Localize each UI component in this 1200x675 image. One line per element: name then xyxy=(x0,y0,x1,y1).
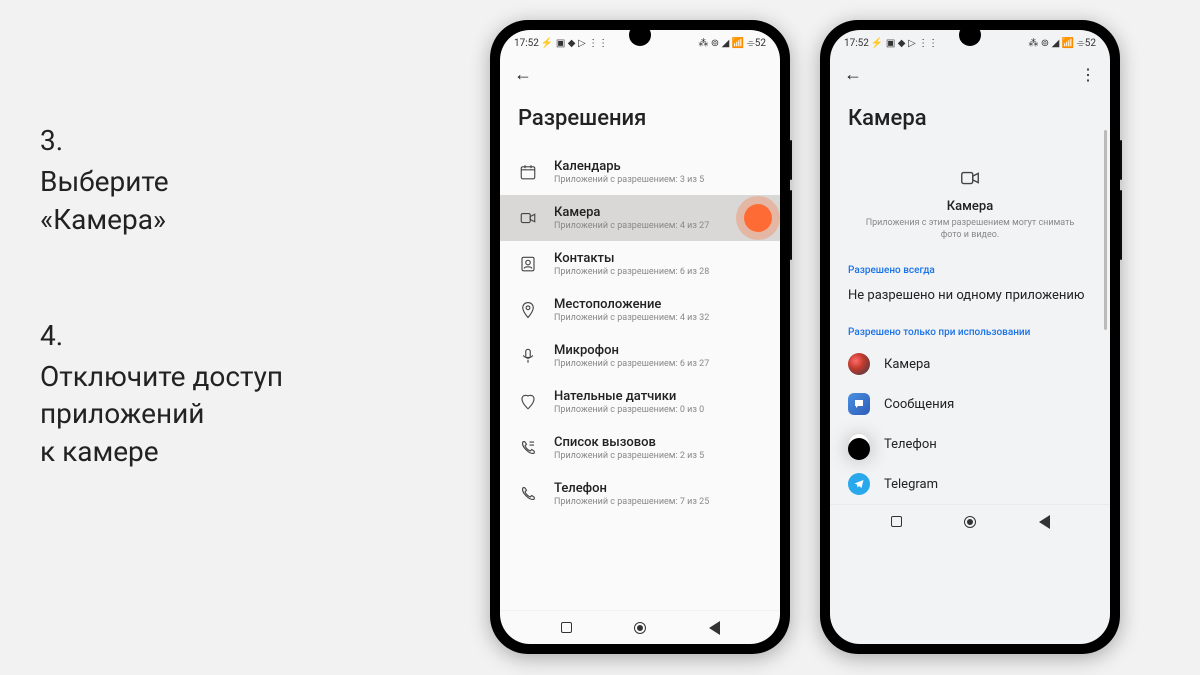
permission-title: Нательные датчики xyxy=(554,389,762,404)
permission-title: Телефон xyxy=(554,481,762,496)
app-label: Сообщения xyxy=(884,397,954,412)
apps-list: Камера Сообщения Телефон Telegram xyxy=(830,344,1110,504)
permission-description: Приложения с этим разрешением могут сним… xyxy=(860,218,1080,241)
permission-subtitle: Приложений с разрешением: 6 из 27 xyxy=(554,359,762,369)
scroll-indicator[interactable] xyxy=(1104,130,1107,330)
permission-subtitle: Приложений с разрешением: 4 из 32 xyxy=(554,313,762,323)
permission-title: Камера xyxy=(554,205,762,220)
status-icons-right: ⁂ ⊚ ◢ 📶 ⌯52 xyxy=(1028,38,1096,49)
permission-item-location[interactable]: МестоположениеПриложений с разрешением: … xyxy=(500,287,780,333)
phone-volume-button xyxy=(1120,190,1122,260)
camera-permission-header: Камера Приложения с этим разрешением мог… xyxy=(830,149,1110,257)
app-row-telegram[interactable]: Telegram xyxy=(830,464,1110,504)
nav-bar xyxy=(830,504,1110,538)
location-icon xyxy=(518,300,538,320)
permission-subtitle: Приложений с разрешением: 0 из 0 xyxy=(554,405,762,415)
app-label: Телефон xyxy=(884,437,937,452)
app-row-camera[interactable]: Камера xyxy=(830,344,1110,384)
phone-app-icon xyxy=(848,433,870,455)
permission-subtitle: Приложений с разрешением: 4 из 27 xyxy=(554,221,762,231)
permission-item-mic[interactable]: МикрофонПриложений с разрешением: 6 из 2… xyxy=(500,333,780,379)
empty-allowed-message: Не разрешено ни одному приложению xyxy=(830,282,1110,319)
app-label: Telegram xyxy=(884,477,938,492)
status-icons-left: ⚡ ▣ ◆ ▷ ⋮⋮ xyxy=(871,38,938,49)
step-number: 3. xyxy=(40,124,420,157)
status-icons-right: ⁂ ⊚ ◢ 📶 ⌯52 xyxy=(698,38,766,49)
phone-icon xyxy=(518,484,538,504)
instruction-step-4: 4. Отключите доступ приложений к камере xyxy=(40,319,420,471)
permission-item-camera[interactable]: КамераПриложений с разрешением: 4 из 27 xyxy=(500,195,780,241)
permission-item-body[interactable]: Нательные датчикиПриложений с разрешение… xyxy=(500,379,780,425)
status-icons-left: ⚡ ▣ ◆ ▷ ⋮⋮ xyxy=(541,38,608,49)
back-button[interactable]: ← xyxy=(844,64,862,85)
phone-power-button xyxy=(790,140,792,180)
section-allowed-in-use: Разрешено только при использовании xyxy=(830,319,1110,344)
permission-title: Местоположение xyxy=(554,297,762,312)
contacts-icon xyxy=(518,254,538,274)
permission-item-contacts[interactable]: КонтактыПриложений с разрешением: 6 из 2… xyxy=(500,241,780,287)
permission-subtitle: Приложений с разрешением: 7 из 25 xyxy=(554,497,762,507)
tap-indicator xyxy=(744,204,772,232)
phone-mockup-camera-permission: 17:52 ⚡ ▣ ◆ ▷ ⋮⋮ ⁂ ⊚ ◢ 📶 ⌯52 ← ⋮ Камера … xyxy=(820,20,1120,654)
permission-title: Контакты xyxy=(554,251,762,266)
step-number: 4. xyxy=(40,319,420,352)
nav-home-button[interactable] xyxy=(632,620,648,636)
step-text: Отключите доступ приложений к камере xyxy=(40,358,420,471)
instructions-panel: 3. Выберите «Камера» 4. Отключите доступ… xyxy=(40,124,420,551)
permission-subtitle: Приложений с разрешением: 6 из 28 xyxy=(554,267,762,277)
permission-title: Микрофон xyxy=(554,343,762,358)
permission-item-calllog[interactable]: Список вызововПриложений с разрешением: … xyxy=(500,425,780,471)
page-title: Разрешения xyxy=(500,92,780,149)
nav-back-button[interactable] xyxy=(706,620,722,636)
permission-title: Календарь xyxy=(554,159,762,174)
calllog-icon xyxy=(518,438,538,458)
body-icon xyxy=(518,392,538,412)
permission-title: Список вызовов xyxy=(554,435,762,450)
nav-back-button[interactable] xyxy=(1036,514,1052,530)
app-row-phone[interactable]: Телефон xyxy=(830,424,1110,464)
phone-volume-button xyxy=(790,190,792,260)
telegram-app-icon xyxy=(848,473,870,495)
back-button[interactable]: ← xyxy=(514,64,532,85)
permission-subtitle: Приложений с разрешением: 2 из 5 xyxy=(554,451,762,461)
camera-icon xyxy=(518,208,538,228)
status-bar: 17:52 ⚡ ▣ ◆ ▷ ⋮⋮ ⁂ ⊚ ◢ 📶 ⌯52 xyxy=(830,30,1110,56)
instruction-step-3: 3. Выберите «Камера» xyxy=(40,124,420,239)
phone-mockup-permissions: 17:52 ⚡ ▣ ◆ ▷ ⋮⋮ ⁂ ⊚ ◢ 📶 ⌯52 ← Разрешени… xyxy=(490,20,790,654)
more-menu-button[interactable]: ⋮ xyxy=(1080,65,1096,84)
permission-subtitle: Приложений с разрешением: 3 из 5 xyxy=(554,175,762,185)
app-row-messages[interactable]: Сообщения xyxy=(830,384,1110,424)
permissions-list[interactable]: КалендарьПриложений с разрешением: 3 из … xyxy=(500,149,780,610)
messages-app-icon xyxy=(848,393,870,415)
app-bar: ← ⋮ xyxy=(830,56,1110,92)
status-time: 17:52 xyxy=(514,38,539,49)
permission-item-phone[interactable]: ТелефонПриложений с разрешением: 7 из 25 xyxy=(500,471,780,517)
step-text: Выберите «Камера» xyxy=(40,163,420,239)
calendar-icon xyxy=(518,162,538,182)
permission-item-calendar[interactable]: КалендарьПриложений с разрешением: 3 из … xyxy=(500,149,780,195)
phone-power-button xyxy=(1120,140,1122,180)
nav-recent-button[interactable] xyxy=(888,514,904,530)
app-label: Камера xyxy=(884,357,930,372)
page-title: Камера xyxy=(830,92,1110,149)
status-bar: 17:52 ⚡ ▣ ◆ ▷ ⋮⋮ ⁂ ⊚ ◢ 📶 ⌯52 xyxy=(500,30,780,56)
nav-recent-button[interactable] xyxy=(558,620,574,636)
app-bar: ← xyxy=(500,56,780,92)
mic-icon xyxy=(518,346,538,366)
status-time: 17:52 xyxy=(844,38,869,49)
permission-name: Камера xyxy=(860,199,1080,214)
section-allowed-always: Разрешено всегда xyxy=(830,257,1110,282)
camera-icon xyxy=(860,167,1080,193)
nav-home-button[interactable] xyxy=(962,514,978,530)
nav-bar xyxy=(500,610,780,644)
camera-app-icon xyxy=(848,353,870,375)
